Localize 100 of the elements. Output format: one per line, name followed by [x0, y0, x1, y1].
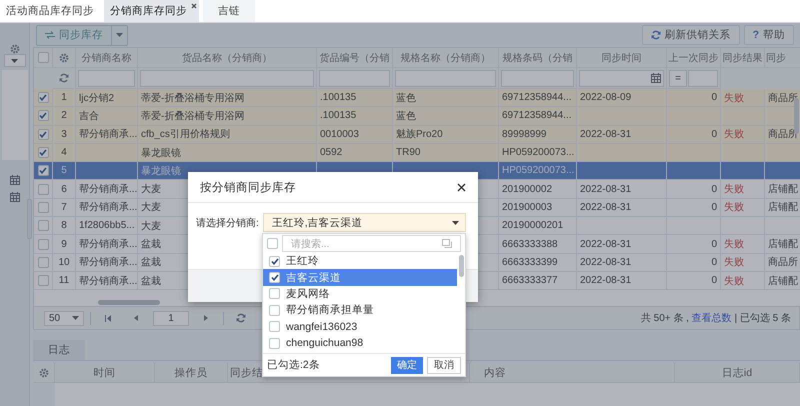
table-cell: 帮分销商承...	[76, 254, 138, 272]
table-cell: 2022-08-31	[577, 198, 667, 218]
refresh-icon	[650, 30, 661, 40]
dropdown-button[interactable]	[4, 54, 26, 67]
check-icon	[39, 112, 47, 120]
selected-count: 已勾选:2条	[267, 358, 320, 372]
previous-icon	[134, 315, 138, 321]
row-checkbox[interactable]	[38, 202, 48, 213]
caret-icon	[72, 316, 79, 320]
column-header[interactable]: 时间	[55, 363, 155, 382]
table-cell: 失败	[721, 235, 765, 254]
distributor-select[interactable]: 王红玲,吉客云渠道	[262, 213, 466, 232]
table-cell: 0	[667, 254, 721, 272]
filter-field[interactable]	[78, 70, 135, 86]
checkbox[interactable]	[269, 288, 280, 300]
table-cell: 1f2806bb5...	[76, 217, 138, 236]
help-icon: ?	[752, 29, 759, 41]
row-checkbox[interactable]	[38, 128, 48, 140]
scrollbar-thumb[interactable]	[98, 300, 160, 305]
row-number: 6	[53, 180, 76, 199]
table-cell: 201900003	[499, 198, 577, 218]
table-cell: 201900002	[499, 180, 577, 199]
filter-field[interactable]	[319, 70, 390, 86]
first-page-icon	[105, 314, 111, 322]
column-header[interactable]: 操作员	[155, 363, 228, 382]
filter-field[interactable]	[579, 70, 664, 86]
table-cell: HP059200073...	[499, 162, 577, 180]
table-cell: 帮分销商承...	[76, 180, 138, 199]
row-checkbox[interactable]	[38, 238, 48, 250]
row-number: 8	[53, 217, 76, 236]
row-number: 7	[53, 198, 76, 218]
filter-field[interactable]	[688, 70, 718, 86]
record-summary: 共 50+ 条 , 查看总数 | 已勾选 5 条	[640, 312, 791, 325]
table-cell: 2022-08-31	[577, 272, 667, 290]
swap-arrows-icon	[45, 31, 55, 39]
select-all-checkbox[interactable]	[267, 238, 278, 249]
distributor-dropdown-menu[interactable]: 请搜索... 王红玲 吉客云渠道 麦风网络 帮分销商承担单量 wangfei136023 chenguichuan98 已勾选:2条 确定 取消	[262, 233, 466, 377]
row-checkbox[interactable]	[38, 220, 48, 232]
table-cell: 帮分销商承...	[76, 235, 138, 254]
table-cell: 店铺配	[765, 272, 800, 290]
table-cell: 0	[667, 180, 721, 199]
table-cell: 6663333377	[499, 272, 577, 290]
operator-select[interactable]: =	[669, 70, 687, 86]
row-checkbox[interactable]	[38, 147, 48, 158]
checkbox[interactable]	[269, 272, 280, 284]
option-item[interactable]: 帮分销商承担单量	[263, 302, 457, 319]
search-field[interactable]: 请搜索...	[282, 235, 461, 252]
refresh-icon[interactable]	[59, 73, 69, 83]
table-cell: 6663333399	[499, 254, 577, 272]
confirm-button[interactable]: 确定	[391, 356, 423, 374]
row-checkbox[interactable]	[38, 165, 48, 176]
select-all-checkbox[interactable]	[38, 52, 48, 63]
row-checkbox[interactable]	[38, 256, 48, 268]
checkbox[interactable]	[269, 338, 280, 349]
check-icon	[270, 258, 278, 265]
settings-icon[interactable]	[10, 44, 20, 54]
tab[interactable]: 分销商库存同步	[104, 0, 199, 22]
check-icon	[39, 130, 47, 138]
table-row[interactable]: 4 暴龙眼镜 0592 TR90 HP059200073...	[34, 144, 800, 162]
tab[interactable]: 日志	[33, 340, 85, 360]
row-checkbox[interactable]	[38, 184, 48, 195]
column-header[interactable]: 日志id	[675, 363, 800, 382]
row-checkbox[interactable]	[38, 110, 48, 122]
page-size-select[interactable]: 50	[44, 310, 84, 326]
filter-field[interactable]	[140, 70, 314, 86]
table-cell: 店铺配	[765, 198, 800, 218]
cancel-button[interactable]: 取消	[427, 356, 461, 374]
check-icon	[39, 149, 47, 156]
settings-icon[interactable]	[59, 52, 69, 62]
option-label: 王红玲	[286, 254, 319, 268]
scrollbar-thumb[interactable]	[459, 255, 464, 277]
page-field[interactable]: 1	[153, 310, 189, 326]
checkbox[interactable]	[269, 304, 280, 316]
option-item[interactable]: 吉客云渠道	[263, 269, 457, 286]
view-total-link[interactable]: 查看总数	[692, 313, 732, 324]
refresh-relations-button[interactable]: 刷新供销关系	[642, 25, 740, 45]
calendar-icon	[651, 73, 661, 83]
option-item[interactable]: chenguichuan98	[263, 334, 457, 352]
row-checkbox[interactable]	[38, 92, 48, 104]
settings-icon[interactable]	[38, 368, 48, 378]
table-row[interactable]: 2 吉合 蒂爱-折叠浴桶专用浴网 .100135 蓝色 69712358944...	[34, 107, 800, 126]
table-cell: 帮分销商承...	[76, 198, 138, 218]
filter-field[interactable]	[501, 70, 574, 86]
close-icon[interactable]	[457, 182, 466, 192]
table-cell: 0	[667, 272, 721, 290]
option-item[interactable]: wangfei136023	[263, 318, 457, 335]
check-icon	[39, 94, 47, 102]
column-header[interactable]: 内容	[470, 363, 675, 382]
checkbox[interactable]	[269, 256, 280, 267]
help-button[interactable]: ? 帮助	[744, 25, 794, 45]
tab[interactable]: 吉链	[203, 0, 255, 22]
option-label: chenguichuan98	[286, 337, 364, 350]
checkbox[interactable]	[269, 321, 280, 332]
row-number: 10	[53, 254, 76, 272]
row-checkbox[interactable]	[38, 275, 48, 286]
filter-field[interactable]	[395, 70, 496, 86]
table-cell: 帮分销商承...	[76, 272, 138, 290]
calendar-icon	[10, 175, 20, 185]
close-icon[interactable]	[191, 3, 197, 9]
field-label: 请选择分销商:	[196, 216, 259, 230]
